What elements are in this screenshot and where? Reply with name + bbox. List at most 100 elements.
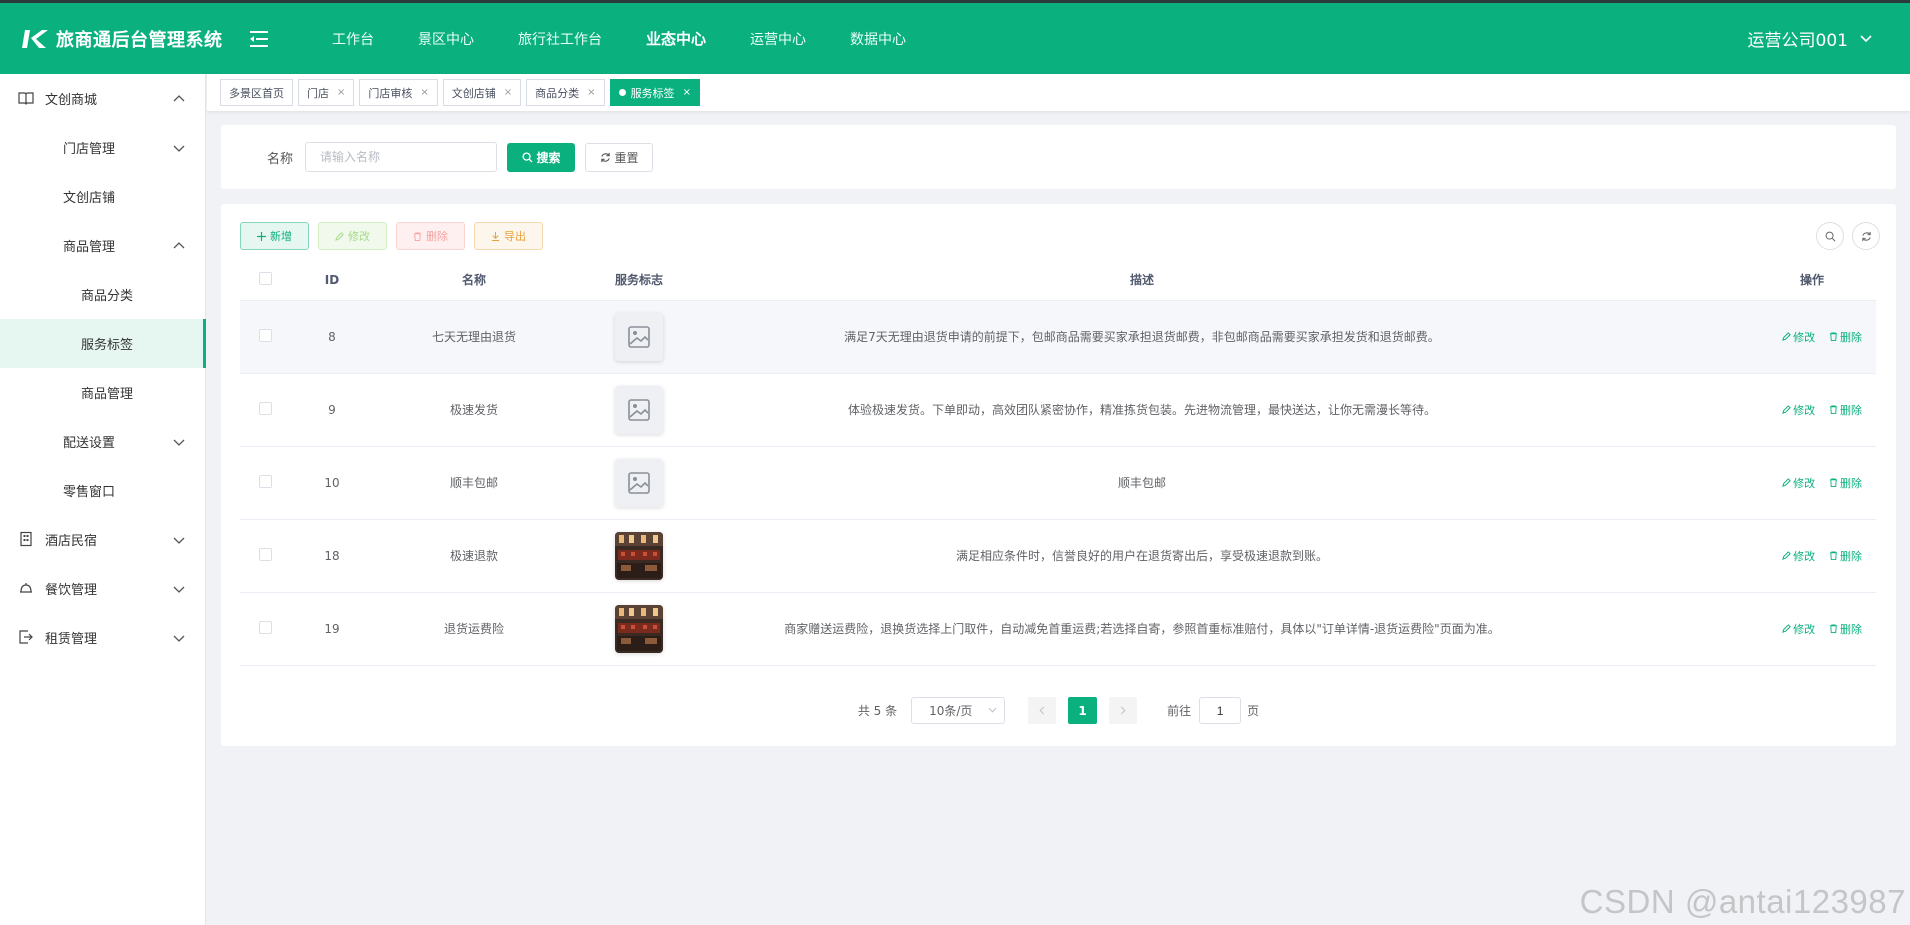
export-button[interactable]: 导出 <box>474 222 543 250</box>
sidebar-item-retail-window[interactable]: 零售窗口 <box>0 466 205 515</box>
refresh-icon <box>1861 231 1871 241</box>
brand[interactable]: 旅商通后台管理系统 <box>22 26 240 52</box>
topnav-operation-center[interactable]: 运营中心 <box>728 3 828 74</box>
sidebar-item-rental[interactable]: 租赁管理 <box>0 613 205 662</box>
sidebar-item-goods-list[interactable]: 商品管理 <box>0 368 205 417</box>
column-header-id[interactable]: ID <box>290 260 374 301</box>
add-button[interactable]: 新增 <box>240 222 309 250</box>
cell-name: 极速退款 <box>374 519 574 593</box>
search-button[interactable]: 搜索 <box>507 142 576 172</box>
image-placeholder-icon[interactable] <box>615 458 663 507</box>
reset-button[interactable]: 重置 <box>585 142 654 172</box>
sidebar-item-catering[interactable]: 餐饮管理 <box>0 564 205 613</box>
tag-multi-scenic-home[interactable]: 多景区首页 <box>220 79 293 106</box>
topnav-scenic-center[interactable]: 景区中心 <box>396 3 496 74</box>
goto-page-input[interactable] <box>1199 697 1242 724</box>
row-delete-button[interactable]: 删除 <box>1829 621 1862 637</box>
close-icon[interactable]: × <box>587 87 595 98</box>
row-delete-button[interactable]: 删除 <box>1829 402 1862 418</box>
top-navbar: 旅商通后台管理系统 工作台 景区中心 旅行社工作台 业态中心 运营中心 数据中心… <box>0 0 1910 74</box>
topnav-workbench[interactable]: 工作台 <box>310 3 396 74</box>
row-edit-button[interactable]: 修改 <box>1782 475 1815 491</box>
row-checkbox[interactable] <box>258 620 272 634</box>
row-edit-button[interactable]: 修改 <box>1782 329 1815 345</box>
tag-cultural-shop[interactable]: 文创店铺 × <box>442 79 522 106</box>
sidebar-item-goods-category[interactable]: 商品分类 <box>0 270 205 319</box>
sidebar-item-service-tags[interactable]: 服务标签 <box>0 319 206 368</box>
select-all-checkbox[interactable] <box>258 271 272 285</box>
image-placeholder-icon[interactable] <box>615 312 663 361</box>
refresh-button[interactable] <box>1852 222 1880 250</box>
row-checkbox[interactable] <box>258 474 272 488</box>
sidebar-item-delivery-settings[interactable]: 配送设置 <box>0 417 205 466</box>
name-search-input[interactable] <box>305 142 498 172</box>
restaurant-photo-thumbnail[interactable] <box>615 604 663 653</box>
close-icon[interactable]: × <box>683 87 691 98</box>
row-checkbox[interactable] <box>258 328 272 342</box>
cell-desc: 顺丰包邮 <box>704 446 1580 520</box>
table-row[interactable]: 10 顺丰包邮 顺丰包邮 修改 删除 <box>240 446 1876 520</box>
row-delete-button[interactable]: 删除 <box>1829 548 1862 564</box>
reset-button-label: 重置 <box>614 150 639 165</box>
table-row[interactable]: 18 极速退款 满足相应条件时，信誉良好的用户在退货寄出后，享受极速退款到账。 … <box>240 519 1876 593</box>
cell-desc: 满足相应条件时，信誉良好的用户在退货寄出后，享受极速退款到账。 <box>704 519 1580 593</box>
logout-icon <box>19 630 33 644</box>
table-row[interactable]: 8 七天无理由退货 满足7天无理由退货申请的前提下，包邮商品需要买家承担退货邮费… <box>240 300 1876 374</box>
row-checkbox[interactable] <box>258 401 272 415</box>
topnav-travel-agency[interactable]: 旅行社工作台 <box>496 3 624 74</box>
row-edit-button[interactable]: 修改 <box>1782 621 1815 637</box>
page-number-current[interactable]: 1 <box>1068 697 1098 724</box>
column-header-desc[interactable]: 描述 <box>704 260 1580 301</box>
goto-label: 前往 <box>1167 704 1192 718</box>
close-icon[interactable]: × <box>337 87 345 98</box>
row-edit-label: 修改 <box>1793 403 1816 417</box>
row-delete-button[interactable]: 删除 <box>1829 475 1862 491</box>
refresh-icon <box>600 152 610 162</box>
account-menu[interactable]: 运营公司001 <box>1748 3 1872 74</box>
menu-fold-icon[interactable] <box>250 30 272 48</box>
column-header-logo[interactable]: 服务标志 <box>574 260 704 301</box>
image-placeholder-icon[interactable] <box>615 385 663 434</box>
sidebar-item-hotel[interactable]: 酒店民宿 <box>0 515 205 564</box>
topnav-data-center[interactable]: 数据中心 <box>828 3 928 74</box>
row-select-cell <box>240 373 290 447</box>
close-icon[interactable]: × <box>504 87 512 98</box>
tag-store-audit[interactable]: 门店审核 × <box>359 79 438 106</box>
row-delete-button[interactable]: 删除 <box>1829 329 1862 345</box>
tag-label: 文创店铺 <box>451 86 496 100</box>
plus-icon <box>257 231 266 241</box>
row-edit-button[interactable]: 修改 <box>1782 402 1815 418</box>
tag-goods-category[interactable]: 商品分类 × <box>526 79 605 106</box>
row-select-cell <box>240 446 290 520</box>
sidebar-item-goods-management[interactable]: 商品管理 <box>0 221 205 270</box>
sidebar-item-cultural-shop[interactable]: 文创店铺 <box>0 172 205 221</box>
tag-store[interactable]: 门店 × <box>298 79 355 106</box>
sidebar-item-label: 文创店铺 <box>63 191 116 206</box>
sidebar-item-label: 配送设置 <box>63 436 116 451</box>
close-icon[interactable]: × <box>420 87 428 98</box>
tag-service-tags[interactable]: 服务标签 × <box>609 79 700 106</box>
search-form: 名称 搜索 重置 <box>221 125 1896 189</box>
page-size-value: 10条/页 <box>929 704 973 718</box>
row-edit-label: 修改 <box>1793 476 1816 490</box>
table-row[interactable]: 19 退货运费险 商家赠送运费险，退换货选择上门取件，自动减免首重运费;若选择自… <box>240 592 1876 666</box>
chevron-left-icon <box>1039 706 1045 715</box>
edit-icon <box>335 231 344 241</box>
next-page-button[interactable] <box>1109 697 1138 724</box>
name-label: 名称 <box>267 151 294 167</box>
edit-button[interactable]: 修改 <box>318 222 387 250</box>
row-checkbox[interactable] <box>258 547 272 561</box>
column-header-name[interactable]: 名称 <box>374 260 574 301</box>
sidebar-item-cultural-mall[interactable]: 文创商城 <box>0 74 205 123</box>
book-icon <box>18 92 34 105</box>
restaurant-photo-thumbnail[interactable] <box>615 531 663 580</box>
top-nav: 工作台 景区中心 旅行社工作台 业态中心 运营中心 数据中心 <box>310 3 928 74</box>
topnav-business-center[interactable]: 业态中心 <box>624 3 728 74</box>
row-edit-button[interactable]: 修改 <box>1782 548 1815 564</box>
prev-page-button[interactable] <box>1028 697 1057 724</box>
toggle-search-button[interactable] <box>1816 222 1844 250</box>
sidebar-item-store-management[interactable]: 门店管理 <box>0 123 205 172</box>
page-size-select[interactable]: 10条/页 <box>911 697 1006 724</box>
table-row[interactable]: 9 极速发货 体验极速发货。下单即动，高效团队紧密协作，精准拣货包装。先进物流管… <box>240 373 1876 447</box>
delete-button[interactable]: 删除 <box>396 222 465 250</box>
